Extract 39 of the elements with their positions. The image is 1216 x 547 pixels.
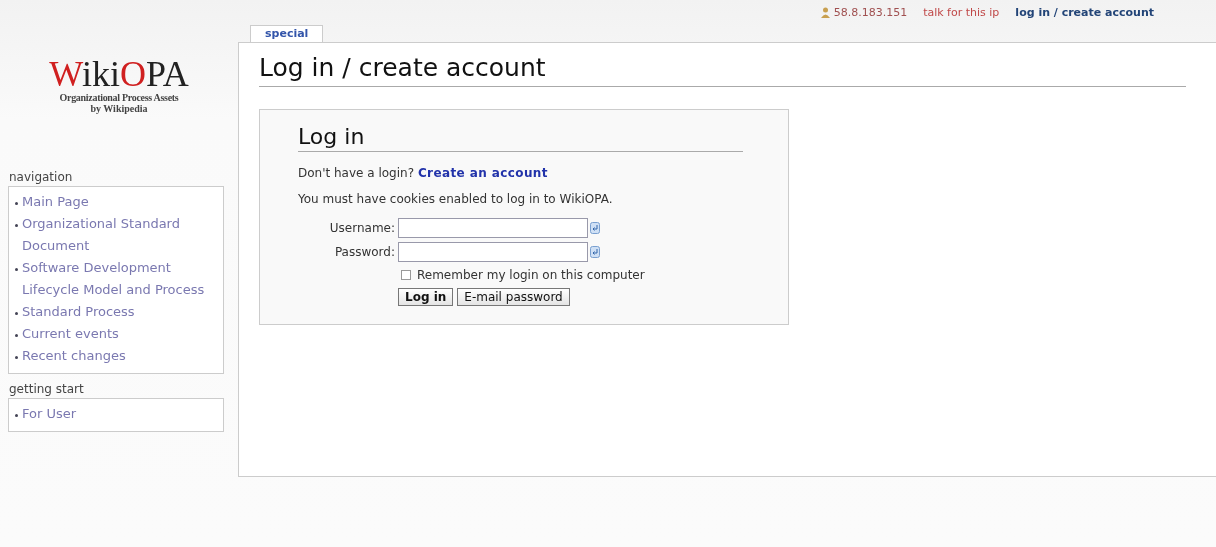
logo-byline: by Wikipedia (90, 103, 148, 114)
password-field[interactable] (398, 242, 588, 262)
nav-link[interactable]: Organizational Standard Document (22, 213, 217, 257)
enter-icon (590, 246, 600, 258)
nav-link[interactable]: Recent changes (22, 345, 126, 367)
bullet-icon (15, 268, 18, 271)
email-password-button[interactable]: E-mail password (457, 288, 570, 306)
page-title: Log in / create account (259, 53, 1186, 87)
bullet-icon (15, 414, 18, 417)
ip-address: 58.8.183.151 (833, 5, 908, 19)
nav-link[interactable]: For User (22, 403, 77, 425)
logo-subtitle: Organizational Process Assets (59, 92, 179, 103)
no-login-text: Don't have a login? Create an account (298, 166, 549, 180)
login-link[interactable]: log in / create account (1015, 5, 1154, 19)
site-logo[interactable]: WikiOPA (49, 56, 189, 92)
login-heading: Log in (298, 124, 743, 152)
remember-checkbox[interactable] (401, 270, 411, 280)
enter-icon (590, 222, 600, 234)
bullet-icon (15, 334, 18, 337)
username-label: Username: (328, 221, 396, 235)
create-account-link[interactable]: Create an account (417, 166, 548, 180)
talk-link[interactable]: talk for this ip (923, 5, 1000, 19)
bullet-icon (15, 312, 18, 315)
nav-link[interactable]: Standard Process (22, 301, 135, 323)
bullet-icon (15, 356, 18, 359)
remember-label: Remember my login on this computer (417, 268, 645, 282)
user-icon (820, 6, 830, 18)
cookies-note: You must have cookies enabled to log in to WikiOPA. (298, 192, 614, 206)
portlet-heading: getting start (9, 382, 84, 396)
nav-link[interactable]: Software Development Lifecycle Model and Process (22, 257, 217, 301)
portlet-heading: navigation (9, 170, 73, 184)
login-button[interactable]: Log in (398, 288, 454, 306)
username-field[interactable] (398, 218, 588, 238)
bullet-icon (15, 224, 18, 227)
password-label: Password: (333, 245, 396, 259)
nav-link[interactable]: Current events (22, 323, 119, 345)
page-tab[interactable]: special (250, 25, 324, 42)
nav-link[interactable]: Main Page (22, 191, 89, 213)
bullet-icon (15, 202, 18, 205)
